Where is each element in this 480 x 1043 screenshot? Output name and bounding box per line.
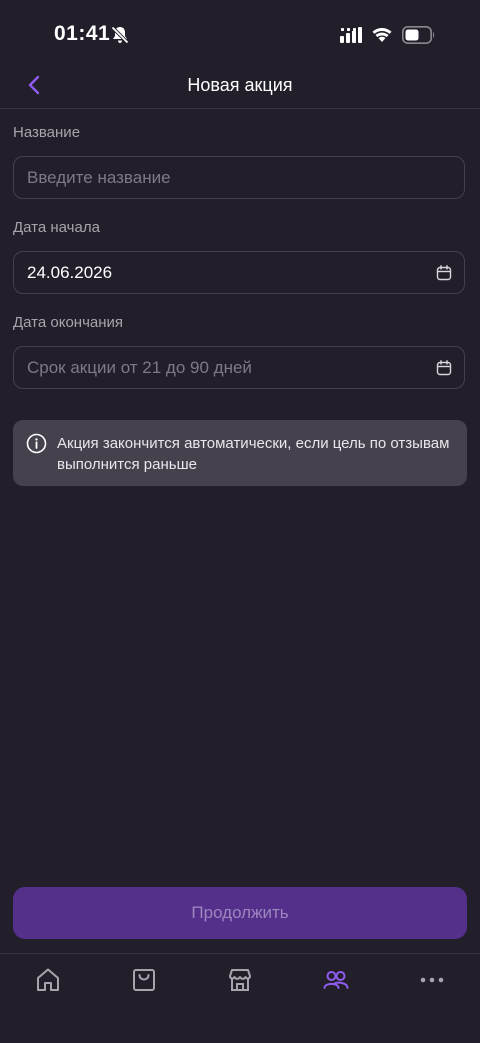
page-title: Новая акция bbox=[187, 75, 293, 95]
wifi-icon bbox=[372, 28, 392, 42]
status-time: 01:41 bbox=[54, 22, 111, 45]
end-date-field-box[interactable] bbox=[13, 346, 465, 389]
home-icon[interactable] bbox=[34, 966, 62, 994]
more-icon[interactable] bbox=[418, 966, 446, 994]
start-date-input[interactable] bbox=[27, 252, 427, 293]
bottom-navigation bbox=[0, 953, 480, 1043]
status-bar: 01:41 bbox=[0, 0, 480, 70]
battery-icon bbox=[402, 26, 435, 44]
info-banner: Акция закончится автоматически, если цел… bbox=[13, 420, 467, 486]
name-input[interactable] bbox=[27, 157, 427, 198]
start-date-label: Дата начала bbox=[13, 219, 100, 236]
cellular-signal-icon bbox=[340, 27, 362, 43]
header: Новая акция bbox=[0, 62, 480, 109]
info-icon bbox=[26, 433, 47, 454]
calendar-icon[interactable] bbox=[436, 360, 452, 376]
calendar-icon[interactable] bbox=[436, 265, 452, 281]
new-promotion-screen: 01:41 Новая акция Название Введите назва… bbox=[0, 0, 480, 1043]
bell-muted-icon bbox=[111, 26, 129, 44]
store-icon[interactable] bbox=[226, 966, 254, 994]
start-date-field-box[interactable] bbox=[13, 251, 465, 294]
continue-button[interactable]: Продолжить bbox=[13, 887, 467, 939]
bag-icon[interactable] bbox=[130, 966, 158, 994]
end-date-input[interactable] bbox=[27, 347, 427, 388]
name-field-box[interactable] bbox=[13, 156, 465, 199]
users-icon[interactable] bbox=[322, 966, 350, 994]
end-date-label: Дата окончания bbox=[13, 314, 124, 331]
info-text: Акция закончится автоматически, если цел… bbox=[57, 435, 450, 473]
name-label: Название bbox=[13, 124, 81, 141]
